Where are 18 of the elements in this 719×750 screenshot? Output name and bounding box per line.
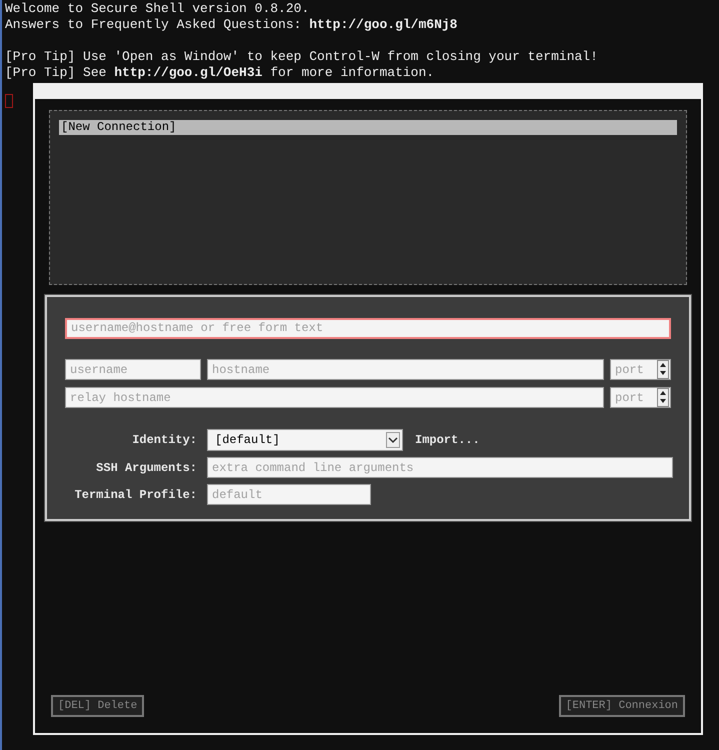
import-button[interactable]: Import...	[415, 431, 480, 449]
identity-dropdown[interactable]: [default]	[207, 429, 403, 451]
relay-hostname-field[interactable]: relay hostname	[65, 387, 604, 408]
terminal-profile-field[interactable]: default	[207, 484, 371, 505]
field-label: Terminal Profile:	[74, 486, 197, 504]
field-label: Identity:	[131, 432, 197, 449]
connection-item[interactable]: [New Connection]	[59, 120, 677, 135]
cursor	[5, 94, 13, 108]
ssh-arguments-field[interactable]: extra command line arguments	[207, 457, 673, 478]
terminal-line: Welcome to Secure Shell version 0.8.20.	[5, 1, 310, 17]
terminal-line: [Pro Tip] See http://goo.gl/OeH3i for more information.	[5, 65, 436, 81]
username-field[interactable]: username	[65, 359, 201, 380]
chevron-down-icon	[386, 432, 400, 448]
hostname-field[interactable]: hostname	[207, 359, 604, 380]
field-label: SSH Arguments:	[95, 460, 197, 476]
terminal-line: Answers to Frequently Asked Questions: http://goo.gl/m6Nj8	[5, 17, 458, 33]
destination-field[interactable]: username@hostname or free form text	[65, 318, 671, 338]
terminal-line: [Pro Tip] Use 'Open as Window' to keep Control-W from closing your terminal!	[5, 49, 599, 65]
